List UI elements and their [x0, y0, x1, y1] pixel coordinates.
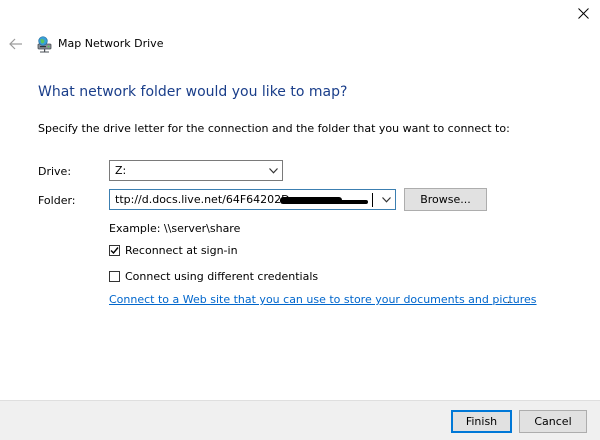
credentials-checkbox[interactable] [109, 271, 120, 282]
window-title: Map Network Drive [58, 37, 164, 50]
folder-dropdown-arrow[interactable] [378, 190, 395, 209]
redaction-bar [280, 197, 342, 204]
reconnect-checkbox[interactable] [109, 245, 120, 256]
instruction-text: Specify the drive letter for the connect… [38, 122, 510, 135]
map-network-drive-window: Map Network Drive What network folder wo… [0, 0, 600, 440]
close-icon [577, 7, 589, 19]
credentials-option[interactable]: Connect using different credentials [109, 270, 318, 283]
credentials-label: Connect using different credentials [125, 270, 319, 283]
browse-button[interactable]: Browse... [404, 188, 487, 211]
drive-dropdown-arrow[interactable] [265, 161, 282, 180]
cancel-button[interactable]: Cancel [519, 410, 587, 433]
chevron-down-icon [269, 167, 278, 174]
page-heading: What network folder would you like to ma… [38, 84, 348, 100]
folder-combobox[interactable]: ttp://d.docs.live.net/64F64202D [109, 189, 396, 210]
text-caret [372, 193, 373, 207]
drive-select-value: Z: [115, 164, 127, 177]
link-suffix: . [507, 293, 511, 306]
reconnect-option[interactable]: Reconnect at sign-in [109, 244, 238, 257]
drive-label: Drive: [38, 165, 72, 178]
web-site-link[interactable]: Connect to a Web site that you can use t… [109, 293, 537, 306]
drive-select[interactable]: Z: [109, 160, 283, 181]
example-text: Example: \\server\share [109, 222, 241, 235]
checkmark-icon [110, 247, 119, 255]
reconnect-label: Reconnect at sign-in [125, 244, 238, 257]
folder-label: Folder: [38, 194, 76, 207]
finish-button[interactable]: Finish [451, 410, 512, 433]
back-button[interactable] [6, 34, 26, 54]
network-drive-icon [37, 36, 52, 53]
close-button[interactable] [566, 0, 600, 26]
redaction-bar [338, 200, 368, 204]
back-arrow-icon [9, 38, 22, 50]
chevron-down-icon [382, 196, 391, 203]
